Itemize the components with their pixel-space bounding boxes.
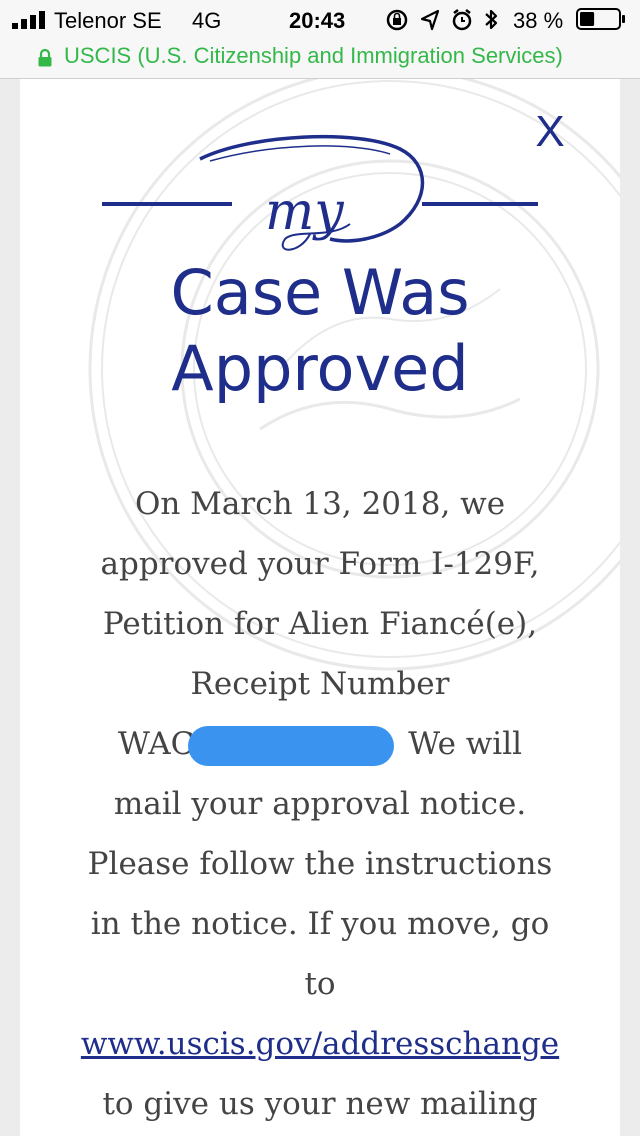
body-line: to give us your new mailing xyxy=(102,1086,538,1122)
clock: 20:43 xyxy=(289,8,346,33)
body-line: mail your approval notice. xyxy=(113,786,527,822)
address-bar[interactable]: USCIS (U.S. Citizenship and Immigration … xyxy=(0,40,640,79)
carrier-name: Telenor SE xyxy=(54,8,162,33)
case-status-description: On March 13, 2018, we approved your Form… xyxy=(70,474,570,1134)
receipt-prefix: WAC xyxy=(117,726,195,762)
page-background: X my Case Was Approved On March 13, 2018… xyxy=(0,79,640,1136)
lock-icon xyxy=(38,48,52,67)
redaction-mark xyxy=(188,725,395,766)
body-line: On March 13, 2018, we xyxy=(134,486,506,522)
address-change-link[interactable]: www.uscis.gov/addresschange xyxy=(81,1026,559,1062)
rotation-lock-icon xyxy=(386,9,408,31)
site-identity-text[interactable]: USCIS (U.S. Citizenship and Immigration … xyxy=(64,43,563,69)
status-bar: Telenor SE 4G 20:43 38 % xyxy=(0,0,640,40)
body-line: to xyxy=(304,966,336,1002)
case-status-modal: X my Case Was Approved On March 13, 2018… xyxy=(20,79,620,1136)
title-line-1: Case Was xyxy=(170,256,470,329)
body-line: Petition for Alien Fiancé(e), xyxy=(102,606,538,642)
title-line-2: Approved xyxy=(171,332,469,405)
battery-percent: 38 % xyxy=(513,8,564,33)
receipt-number-line: WAC We will xyxy=(70,714,570,774)
location-arrow-icon xyxy=(420,9,440,31)
case-status-title: Case Was Approved xyxy=(20,255,620,407)
body-line: in the notice. If you move, go xyxy=(90,906,550,942)
battery-icon xyxy=(576,8,625,30)
signal-strength-icon xyxy=(12,11,45,29)
body-line: Please follow the instructions xyxy=(87,846,553,882)
network-type: 4G xyxy=(192,8,222,33)
bluetooth-icon xyxy=(485,9,498,30)
body-line: Receipt Number xyxy=(190,666,450,702)
my-uscis-logo: my xyxy=(102,134,538,251)
status-icons xyxy=(386,9,498,31)
body-line-suffix: We will xyxy=(398,726,523,762)
alarm-icon xyxy=(452,9,472,31)
body-line: approved your Form I-129F, xyxy=(100,546,540,582)
